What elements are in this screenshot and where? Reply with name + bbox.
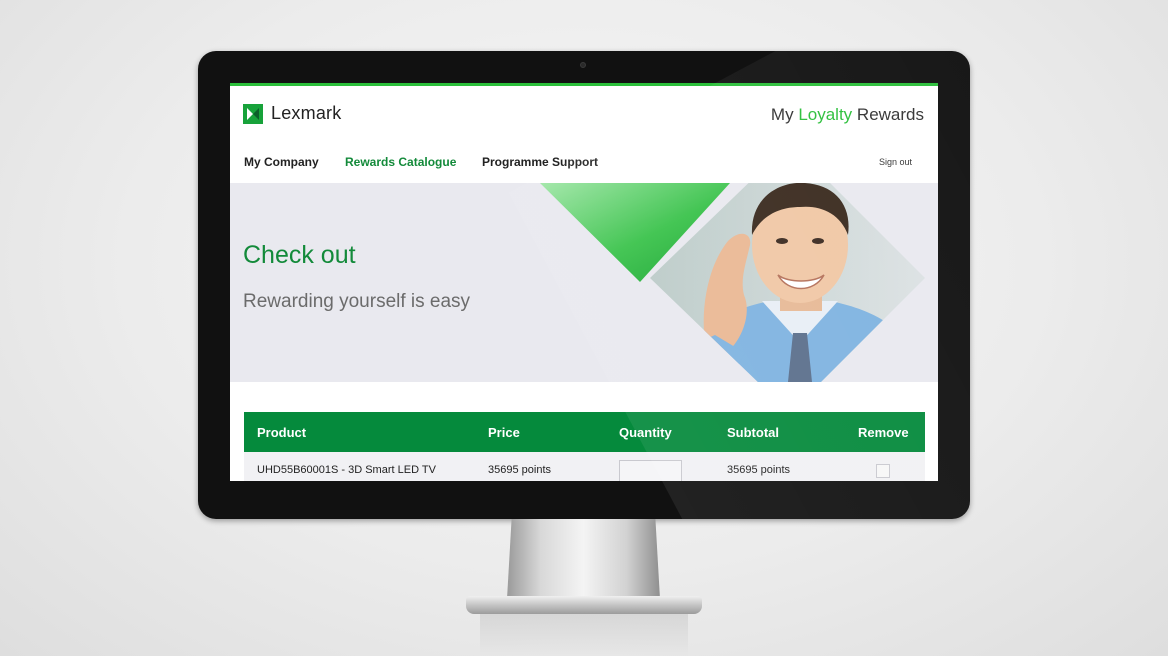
program-title-accent: Loyalty xyxy=(798,105,853,124)
product-price: 35695 points xyxy=(488,464,551,476)
program-title: My Loyalty Rewards xyxy=(771,105,924,125)
nav-rewards-catalogue[interactable]: Rewards Catalogue xyxy=(345,155,456,169)
page-subtitle: Rewarding yourself is easy xyxy=(243,291,471,312)
nav-programme-support[interactable]: Programme Support xyxy=(482,155,598,169)
page-title: Check out xyxy=(243,241,356,269)
quantity-input[interactable] xyxy=(619,460,682,481)
camera-dot xyxy=(580,62,586,68)
table-row: UHD55B60001S - 3D Smart LED TV 35695 poi… xyxy=(244,452,925,481)
sign-out-link[interactable]: Sign out xyxy=(879,157,912,167)
col-quantity: Quantity xyxy=(619,425,672,440)
col-subtotal: Subtotal xyxy=(727,425,779,440)
program-title-prefix: My xyxy=(770,105,799,124)
product-name: UHD55B60001S - 3D Smart LED TV xyxy=(257,464,436,476)
hero-image xyxy=(540,183,925,382)
lexmark-logo[interactable]: Lexmark xyxy=(243,103,341,124)
monitor-stand-base xyxy=(466,596,702,614)
col-price: Price xyxy=(488,425,520,440)
cart-header-row: Product Price Quantity Subtotal Remove xyxy=(244,412,925,452)
remove-checkbox[interactable] xyxy=(876,464,890,478)
monitor-stand-neck xyxy=(507,519,660,599)
monitor-frame: Lexmark My Loyalty Rewards My Company Re… xyxy=(198,51,970,519)
logo-text: Lexmark xyxy=(271,103,342,123)
program-title-suffix: Rewards xyxy=(852,105,924,124)
cart-table: Product Price Quantity Subtotal Remove U… xyxy=(244,412,925,481)
product-subtotal: 35695 points xyxy=(727,464,790,476)
main-nav: My Company Rewards Catalogue Programme S… xyxy=(230,141,938,183)
lexmark-logo-icon xyxy=(243,103,263,124)
col-product: Product xyxy=(257,425,307,440)
col-remove: Remove xyxy=(858,425,909,440)
hero-banner: Check out Rewarding yourself is easy xyxy=(230,183,938,382)
stand-reflection xyxy=(480,614,688,656)
screen: Lexmark My Loyalty Rewards My Company Re… xyxy=(230,83,938,481)
site-header: Lexmark My Loyalty Rewards xyxy=(230,86,938,141)
nav-my-company[interactable]: My Company xyxy=(244,155,319,169)
